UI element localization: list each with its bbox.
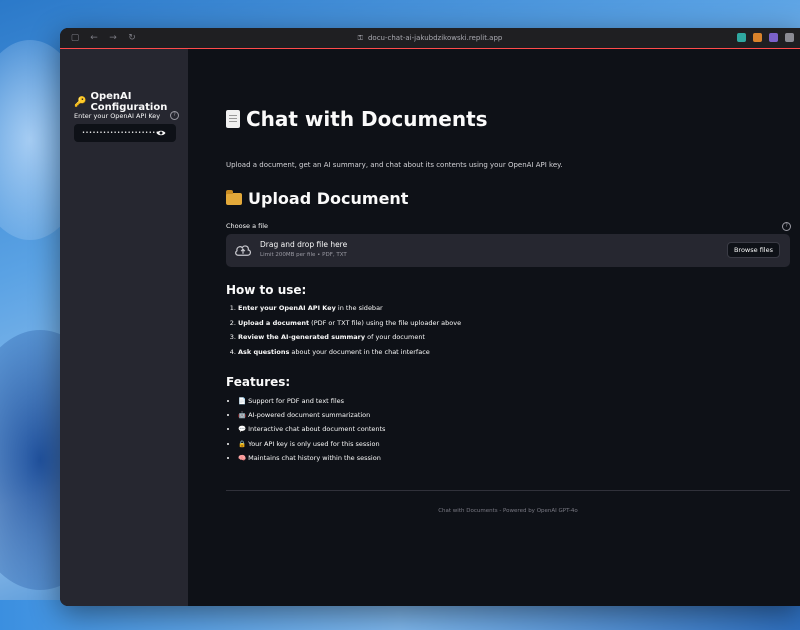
api-key-field[interactable] [74,124,176,142]
help-icon[interactable]: ? [782,222,791,231]
list-item: 📄Support for PDF and text files [238,397,385,411]
reload-icon[interactable]: ↻ [127,33,137,43]
lock-icon: ⚿ [357,33,363,42]
brain-icon: 🧠 [238,453,247,462]
cloud-upload-icon [235,245,252,256]
extension-icon-2[interactable] [753,33,762,42]
speech-bubble-icon: 💬 [238,425,247,434]
forward-icon[interactable]: → [108,33,118,43]
address-bar: ⚿ docu-chat-ai-jakubdzikowski.replit.app [60,28,800,48]
list-item: 🧠Maintains chat history within the sessi… [238,454,385,468]
browser-window: ▢ ← → ↻ ⚿ docu-chat-ai-jakubdzikowski.re… [60,28,800,606]
upload-heading-text: Upload Document [248,189,409,208]
extension-icons [737,33,794,42]
file-uploader-label: Choose a file [226,222,269,230]
lock-icon: 🔒 [238,439,247,448]
extension-icon-4[interactable] [785,33,794,42]
page-footer: Chat with Documents - Powered by OpenAI … [438,508,578,514]
extension-icon-3[interactable] [769,33,778,42]
sidebar-title: 🔑 OpenAI Configuration [74,91,188,113]
howto-steps: Enter your OpenAI API Key in the sidebar… [226,304,461,362]
features-list: 📄Support for PDF and text files 🤖AI-powe… [226,397,385,468]
robot-icon: 🤖 [238,411,247,420]
app-sidebar: 🔑 OpenAI Configuration Enter your OpenAI… [60,49,188,606]
file-dropzone[interactable]: Drag and drop file here Limit 200MB per … [226,234,790,267]
page-subtitle: Upload a document, get an AI summary, an… [226,161,563,169]
footer-divider [226,490,790,491]
help-icon[interactable]: ? [170,111,179,120]
folder-icon [226,189,242,205]
extension-icon-1[interactable] [737,33,746,42]
browser-nav: ▢ ← → ↻ [60,33,137,43]
howto-heading: How to use: [226,283,307,297]
upload-heading: Upload Document [226,189,408,208]
list-item: 💬Interactive chat about document content… [238,425,385,439]
api-key-label: Enter your OpenAI API Key [74,112,161,120]
url-text[interactable]: docu-chat-ai-jakubdzikowski.replit.app [368,34,502,42]
list-item: Review the AI-generated summary of your … [238,333,461,348]
browse-files-button[interactable]: Browse files [726,242,780,258]
list-item: Ask questions about your document in the… [238,348,461,363]
main-area: Chat with Documents Upload a document, g… [188,49,800,606]
document-icon: 📄 [238,397,247,405]
document-icon [226,110,240,128]
eye-icon[interactable] [156,129,166,137]
sidebar-title-text: OpenAI Configuration [90,91,168,113]
browser-titlebar: ▢ ← → ↻ ⚿ docu-chat-ai-jakubdzikowski.re… [60,28,800,49]
dropzone-title: Drag and drop file here [260,240,348,249]
api-key-input[interactable] [80,129,164,137]
key-icon: 🔑 [74,96,87,108]
list-item: Upload a document (PDF or TXT file) usin… [238,319,461,334]
back-icon[interactable]: ← [89,33,99,43]
list-item: 🤖AI-powered document summarization [238,411,385,425]
list-item: 🔒Your API key is only used for this sess… [238,440,385,454]
features-heading: Features: [226,375,291,389]
page-title-text: Chat with Documents [246,107,488,131]
sidebar-toggle-icon[interactable]: ▢ [70,33,80,43]
dropzone-limit: Limit 200MB per file • PDF, TXT [260,252,347,258]
list-item: Enter your OpenAI API Key in the sidebar [238,304,461,319]
page-title: Chat with Documents [226,107,488,131]
